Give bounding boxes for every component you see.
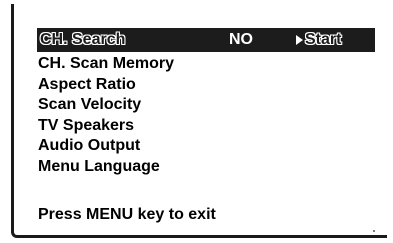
ch-search-label: CH. Search (40, 31, 126, 48)
play-arrow-icon (296, 35, 303, 45)
menu-item-audio-output[interactable]: Audio Output (38, 136, 174, 157)
ch-search-value[interactable]: NO (229, 30, 253, 50)
settings-menu-list: CH. Scan Memory Aspect Ratio Scan Veloci… (38, 54, 174, 177)
selected-menu-row-ch-search[interactable]: CH. Search NO Start (37, 28, 375, 52)
menu-item-menu-language[interactable]: Menu Language (38, 157, 174, 178)
start-button[interactable]: Start (296, 30, 341, 50)
start-button-label: Start (305, 31, 342, 48)
menu-item-tv-speakers[interactable]: TV Speakers (38, 116, 174, 137)
menu-item-ch-scan-memory[interactable]: CH. Scan Memory (38, 54, 174, 75)
frame-corner-mark (373, 230, 375, 232)
menu-item-scan-velocity[interactable]: Scan Velocity (38, 95, 174, 116)
menu-item-aspect-ratio[interactable]: Aspect Ratio (38, 75, 174, 96)
exit-hint-text: Press MENU key to exit (38, 206, 216, 223)
